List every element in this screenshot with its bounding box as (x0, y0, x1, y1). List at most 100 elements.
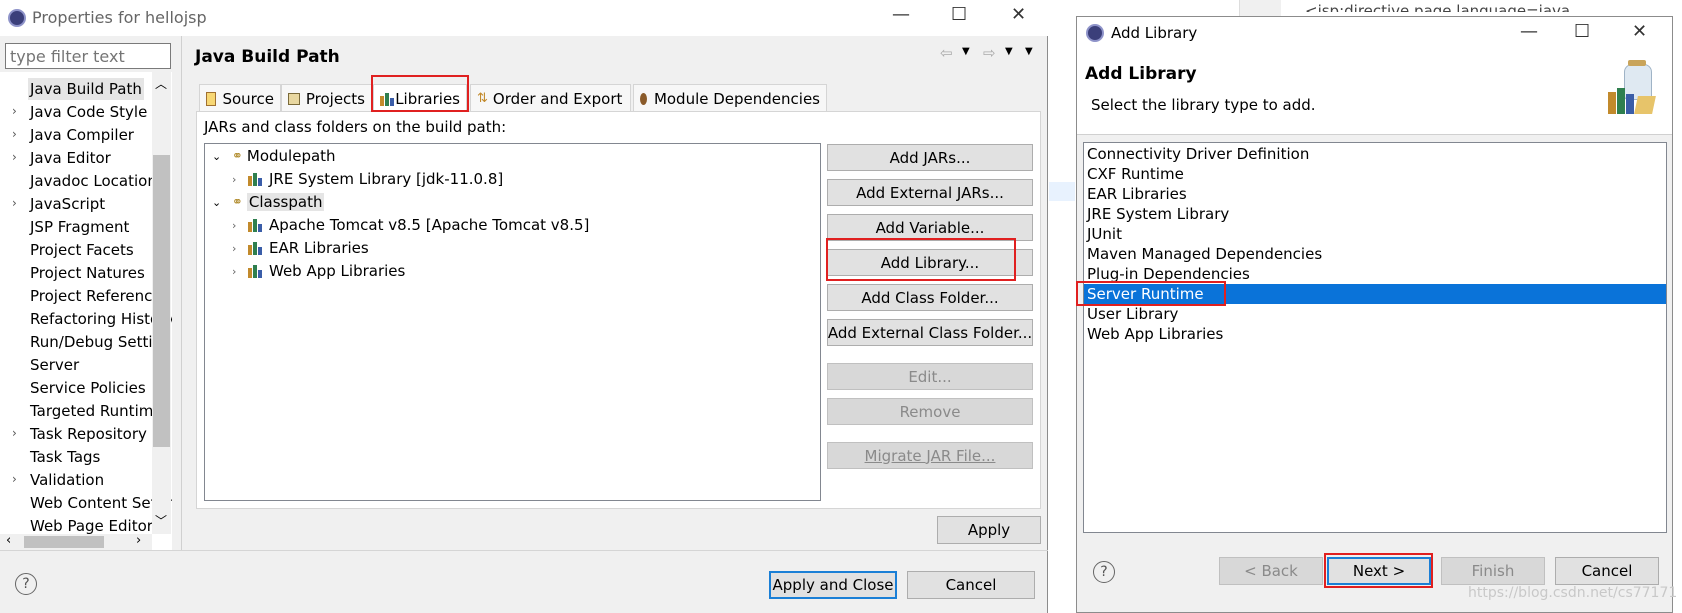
add-library-close-button[interactable]: ✕ (1632, 21, 1647, 42)
add-library-cancel-button[interactable]: Cancel (1555, 557, 1659, 585)
nav-scroll-thumb[interactable] (153, 155, 170, 447)
watermark: https://blog.csdn.net/cs77171 (1468, 585, 1678, 601)
library-icon (248, 172, 264, 186)
tab-order-and-export[interactable]: ⇅ Order and Export (470, 84, 631, 112)
library-type-item[interactable]: Plug-in Dependencies (1087, 264, 1250, 284)
finish-button[interactable]: Finish (1441, 557, 1545, 585)
nav-item[interactable]: Task Tags (30, 446, 100, 468)
nav-item[interactable]: Java Code Style (30, 101, 147, 123)
add-library-help-icon[interactable]: ? (1093, 561, 1115, 583)
tree-row-modulepath[interactable]: ⌄ ⚭ Modulepath (212, 145, 336, 167)
library-type-item[interactable]: JUnit (1087, 224, 1122, 244)
remove-button[interactable]: Remove (827, 398, 1033, 425)
nav-hscroll-thumb[interactable] (24, 536, 104, 548)
nav-item[interactable]: JSP Fragment (30, 216, 129, 238)
nav-scroll-down-icon[interactable]: ﹀ (155, 512, 167, 529)
forward-nav-icon[interactable]: ⇨ (983, 44, 996, 62)
library-type-item[interactable]: CXF Runtime (1087, 164, 1184, 184)
source-icon (206, 91, 217, 106)
chevron-down-icon[interactable]: ⌄ (212, 150, 228, 163)
tree-row-tomcat[interactable]: › Apache Tomcat v8.5 [Apache Tomcat v8.5… (232, 214, 589, 236)
tab-libraries[interactable]: Libraries (373, 84, 467, 112)
apply-and-close-button[interactable]: Apply and Close (769, 571, 897, 599)
add-class-folder-button[interactable]: Add Class Folder... (827, 284, 1033, 311)
migrate-jar-button[interactable]: Migrate JAR File... (827, 442, 1033, 469)
expand-arrow-icon[interactable]: › (12, 196, 17, 210)
nav-scroll-left-icon[interactable]: ‹ (6, 533, 11, 548)
forward-dropdown-icon[interactable]: ▼ (1005, 46, 1013, 57)
nav-item[interactable]: Project Facets (30, 239, 134, 261)
nav-item[interactable]: Validation (30, 469, 104, 491)
libraries-icon (380, 92, 394, 106)
add-variable-button[interactable]: Add Variable... (827, 214, 1033, 241)
nav-item[interactable]: Task Repository (30, 423, 147, 445)
library-icon (248, 241, 264, 255)
nav-item[interactable]: Refactoring History (30, 308, 172, 330)
nav-item[interactable]: Service Policies (30, 377, 146, 399)
chevron-right-icon[interactable]: › (232, 219, 248, 232)
page-title: Java Build Path (195, 47, 340, 67)
projects-icon (288, 92, 300, 105)
tab-projects[interactable]: Projects (281, 84, 372, 112)
close-button[interactable]: ✕ (1011, 4, 1026, 25)
add-library-button[interactable]: Add Library... (827, 249, 1033, 276)
nav-item[interactable]: Run/Debug Settings (30, 331, 172, 353)
chevron-right-icon[interactable]: › (232, 173, 248, 186)
tree-row-jre[interactable]: › JRE System Library [jdk-11.0.8] (232, 168, 503, 190)
add-external-class-folder-button[interactable]: Add External Class Folder... (827, 319, 1033, 346)
edit-button[interactable]: Edit... (827, 363, 1033, 390)
splitter[interactable] (181, 36, 182, 550)
library-type-item[interactable]: Server Runtime (1087, 284, 1204, 304)
chevron-right-icon[interactable]: › (232, 265, 248, 278)
back-button[interactable]: < Back (1219, 557, 1323, 585)
expand-arrow-icon[interactable]: › (12, 150, 17, 164)
nav-scroll-right-icon[interactable]: › (136, 533, 141, 548)
nav-item[interactable]: Web Content Settings (30, 492, 172, 514)
order-export-icon: ⇅ (477, 91, 488, 106)
tree-row-classpath[interactable]: ⌄ ⚭ Classpath (212, 191, 325, 213)
add-library-maximize-button[interactable]: ☐ (1574, 21, 1590, 42)
chevron-right-icon[interactable]: › (232, 242, 248, 255)
nav-item[interactable]: Java Editor (30, 147, 111, 169)
nav-item[interactable]: Java Build Path (28, 78, 144, 100)
help-icon[interactable]: ? (15, 573, 37, 595)
tree-row-webapp[interactable]: › Web App Libraries (232, 260, 405, 282)
tab-module-dependencies[interactable]: Module Dependencies (633, 84, 827, 112)
expand-arrow-icon[interactable]: › (12, 104, 17, 118)
nav-item[interactable]: JavaScript (30, 193, 105, 215)
expand-arrow-icon[interactable]: › (12, 127, 17, 141)
nav-item[interactable]: Targeted Runtimes (30, 400, 170, 422)
expand-arrow-icon[interactable]: › (12, 472, 17, 486)
add-library-minimize-button[interactable]: — (1520, 21, 1538, 42)
library-type-item[interactable]: Maven Managed Dependencies (1087, 244, 1322, 264)
library-type-item[interactable]: Web App Libraries (1087, 324, 1223, 344)
add-jars-button[interactable]: Add JARs... (827, 144, 1033, 171)
back-dropdown-icon[interactable]: ▼ (962, 46, 970, 57)
tab-source[interactable]: Source (199, 84, 281, 112)
apply-button[interactable]: Apply (937, 516, 1041, 544)
view-menu-icon[interactable]: ▼ (1025, 46, 1033, 57)
nav-item[interactable]: Javadoc Location (30, 170, 157, 192)
library-type-item[interactable]: User Library (1087, 304, 1178, 324)
nav-scroll-up-icon[interactable]: ︿ (155, 75, 167, 92)
tree-row-ear[interactable]: › EAR Libraries (232, 237, 369, 259)
library-type-item[interactable]: Connectivity Driver Definition (1087, 144, 1309, 164)
nav-item[interactable]: Server (30, 354, 79, 376)
cancel-button[interactable]: Cancel (907, 571, 1035, 599)
chevron-down-icon[interactable]: ⌄ (212, 196, 228, 209)
add-library-subheading: Select the library type to add. (1091, 96, 1316, 114)
nav-item[interactable]: Java Compiler (30, 124, 134, 146)
nav-item[interactable]: Project References (30, 285, 169, 307)
add-external-jars-button[interactable]: Add External JARs... (827, 179, 1033, 206)
library-icon (248, 264, 264, 278)
next-button[interactable]: Next > (1327, 557, 1431, 585)
filter-input[interactable] (5, 43, 171, 69)
library-type-item[interactable]: EAR Libraries (1087, 184, 1187, 204)
expand-arrow-icon[interactable]: › (12, 426, 17, 440)
maximize-button[interactable]: ☐ (951, 4, 967, 25)
library-type-item[interactable]: JRE System Library (1087, 204, 1229, 224)
back-nav-icon[interactable]: ⇦ (940, 44, 953, 62)
folder-icon: ⚭ (232, 148, 243, 164)
nav-item[interactable]: Project Natures (30, 262, 145, 284)
minimize-button[interactable]: — (892, 4, 910, 25)
